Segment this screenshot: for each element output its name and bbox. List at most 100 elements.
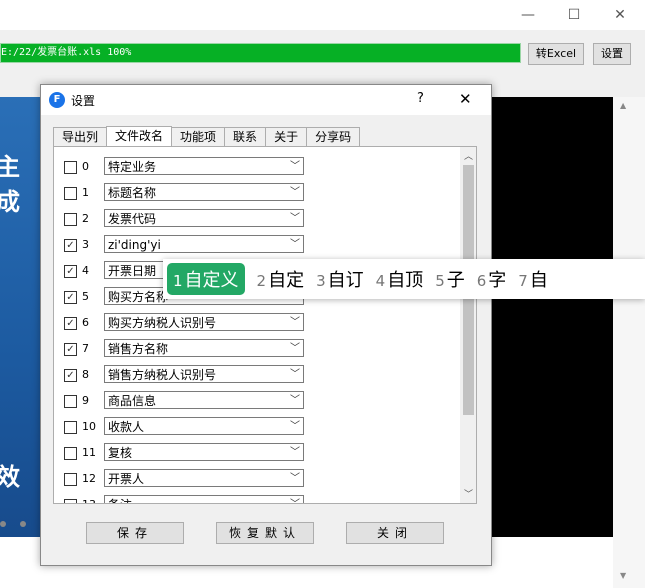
chevron-down-icon[interactable]: ﹀ xyxy=(290,340,300,358)
carousel-dot[interactable] xyxy=(0,521,6,527)
field-select[interactable]: 备注 ﹀ xyxy=(104,495,304,503)
list-scrollbar[interactable]: ︿ ﹀ xyxy=(460,147,476,503)
field-select[interactable]: zi'ding'yi ﹀ xyxy=(104,235,304,253)
field-select-value: 收款人 xyxy=(108,420,145,434)
field-index: 11 xyxy=(82,446,96,459)
carousel-dot[interactable] xyxy=(20,521,26,527)
preview-area xyxy=(490,97,613,537)
settings-dialog: F 设置 ? ✕ 导出列 文件改名 功能项 联系 关于 分享码 0 特定业务 ﹀ 1 标… xyxy=(40,84,492,566)
field-select[interactable]: 发票代码 ﹀ xyxy=(104,209,304,227)
chevron-down-icon[interactable]: ﹀ xyxy=(290,158,300,176)
maximize-button[interactable]: ☐ xyxy=(551,0,597,30)
field-checkbox[interactable]: ✓ xyxy=(64,343,77,356)
ime-candidate[interactable]: 1 自定义 xyxy=(167,263,245,295)
field-index: 4 xyxy=(82,264,89,277)
rename-field-row: ✓ 6 购买方纳税人识别号 ﹀ xyxy=(64,313,459,335)
field-checkbox[interactable]: ✓ xyxy=(64,265,77,278)
field-index: 2 xyxy=(82,212,89,225)
field-checkbox[interactable] xyxy=(64,421,77,434)
scroll-down-icon[interactable]: ▼ xyxy=(620,571,626,580)
restore-defaults-button[interactable]: 恢复默认 xyxy=(216,522,314,544)
field-checkbox[interactable] xyxy=(64,473,77,486)
tab-about[interactable]: 关于 xyxy=(265,127,308,146)
field-select-value: 复核 xyxy=(108,446,133,460)
field-select-value: 销售方纳税人识别号 xyxy=(108,368,217,382)
field-select-value: 购买方纳税人识别号 xyxy=(108,316,217,330)
field-index: 1 xyxy=(82,186,89,199)
field-select[interactable]: 购买方纳税人识别号 ﹀ xyxy=(104,313,304,331)
rename-field-row: ✓ 7 销售方名称 ﹀ xyxy=(64,339,459,361)
help-button[interactable]: ? xyxy=(417,91,424,106)
field-select-value: 特定业务 xyxy=(108,160,157,174)
chevron-down-icon[interactable]: ﹀ xyxy=(290,496,300,503)
field-checkbox[interactable] xyxy=(64,499,77,503)
rename-options-pane: 0 特定业务 ﹀ 1 标题名称 ﹀ 2 发票代码 ﹀ ✓ 3 zi'ding'yi ﹀ ✓ 4 开票日期 ﹀ ✓ 5… xyxy=(53,146,477,504)
scroll-up-icon[interactable]: ︿ xyxy=(464,149,473,162)
banner-text-1: 主成 xyxy=(0,153,20,216)
close-dialog-button[interactable]: ✕ xyxy=(459,90,472,108)
chevron-down-icon[interactable]: ﹀ xyxy=(290,418,300,436)
save-button[interactable]: 保存 xyxy=(86,522,184,544)
chevron-down-icon[interactable]: ﹀ xyxy=(290,210,300,228)
field-select-value: 销售方名称 xyxy=(108,342,169,356)
file-path-progress: E:/22/发票台账.xls 100% xyxy=(0,43,521,63)
tab-export-columns[interactable]: 导出列 xyxy=(53,127,108,146)
field-select[interactable]: 销售方名称 ﹀ xyxy=(104,339,304,357)
tab-features[interactable]: 功能项 xyxy=(171,127,226,146)
ime-candidate[interactable]: 5子 xyxy=(435,266,465,292)
chevron-down-icon[interactable]: ﹀ xyxy=(290,314,300,332)
chevron-down-icon[interactable]: ﹀ xyxy=(290,184,300,202)
candidate-number: 5 xyxy=(435,272,445,290)
field-checkbox[interactable] xyxy=(64,395,77,408)
tab-contact[interactable]: 联系 xyxy=(224,127,267,146)
chevron-down-icon[interactable]: ﹀ xyxy=(290,392,300,410)
rename-field-row: 0 特定业务 ﹀ xyxy=(64,157,459,179)
ime-candidate[interactable]: 3 自订 xyxy=(316,266,364,292)
field-checkbox[interactable] xyxy=(64,447,77,460)
chevron-down-icon[interactable]: ﹀ xyxy=(290,444,300,462)
candidate-number: 6 xyxy=(476,272,487,290)
field-select[interactable]: 标题名称 ﹀ xyxy=(104,183,304,201)
candidate-text: 自 xyxy=(529,270,548,291)
field-index: 10 xyxy=(82,420,96,433)
field-checkbox[interactable]: ✓ xyxy=(64,317,77,330)
candidate-text: 自顶 xyxy=(387,270,424,291)
rename-field-row: 10 收款人 ﹀ xyxy=(64,417,459,439)
tab-bar: 导出列 文件改名 功能项 联系 关于 分享码 xyxy=(53,126,361,147)
banner-text-2: 效 xyxy=(0,463,20,491)
tab-share-code[interactable]: 分享码 xyxy=(306,127,361,146)
to-excel-button[interactable]: 转Excel xyxy=(528,43,584,65)
dialog-title: 设置 xyxy=(71,94,96,108)
ime-candidate[interactable]: 6字 xyxy=(477,266,507,292)
field-checkbox[interactable]: ✓ xyxy=(64,369,77,382)
field-select[interactable]: 开票人 ﹀ xyxy=(104,469,304,487)
candidate-number: 4 xyxy=(375,272,386,290)
field-checkbox[interactable]: ✓ xyxy=(64,239,77,252)
field-index: 9 xyxy=(82,394,89,407)
field-checkbox[interactable] xyxy=(64,213,77,226)
close-button[interactable]: 关闭 xyxy=(346,522,444,544)
field-index: 6 xyxy=(82,316,89,329)
field-select[interactable]: 收款人 ﹀ xyxy=(104,417,304,435)
close-window-button[interactable]: ✕ xyxy=(597,0,643,30)
field-select[interactable]: 特定业务 ﹀ xyxy=(104,157,304,175)
field-index: 8 xyxy=(82,368,89,381)
main-scrollbar[interactable]: ▲ ▼ xyxy=(613,97,645,588)
field-select[interactable]: 复核 ﹀ xyxy=(104,443,304,461)
chevron-down-icon[interactable]: ﹀ xyxy=(290,366,300,384)
chevron-down-icon[interactable]: ﹀ xyxy=(290,470,300,488)
tab-file-rename[interactable]: 文件改名 xyxy=(106,126,173,147)
field-checkbox[interactable] xyxy=(64,161,77,174)
field-select[interactable]: 销售方纳税人识别号 ﹀ xyxy=(104,365,304,383)
ime-candidate[interactable]: 2 自定 xyxy=(257,266,305,292)
scroll-up-icon[interactable]: ▲ xyxy=(620,101,626,110)
scroll-down-icon[interactable]: ﹀ xyxy=(464,487,473,500)
minimize-button[interactable]: — xyxy=(505,0,551,30)
field-checkbox[interactable] xyxy=(64,187,77,200)
field-select[interactable]: 商品信息 ﹀ xyxy=(104,391,304,409)
ime-candidate[interactable]: 4 自顶 xyxy=(376,266,424,292)
ime-candidate[interactable]: 7自 xyxy=(518,266,548,292)
settings-button[interactable]: 设置 xyxy=(593,43,631,65)
chevron-down-icon[interactable]: ﹀ xyxy=(290,236,300,254)
field-checkbox[interactable]: ✓ xyxy=(64,291,77,304)
